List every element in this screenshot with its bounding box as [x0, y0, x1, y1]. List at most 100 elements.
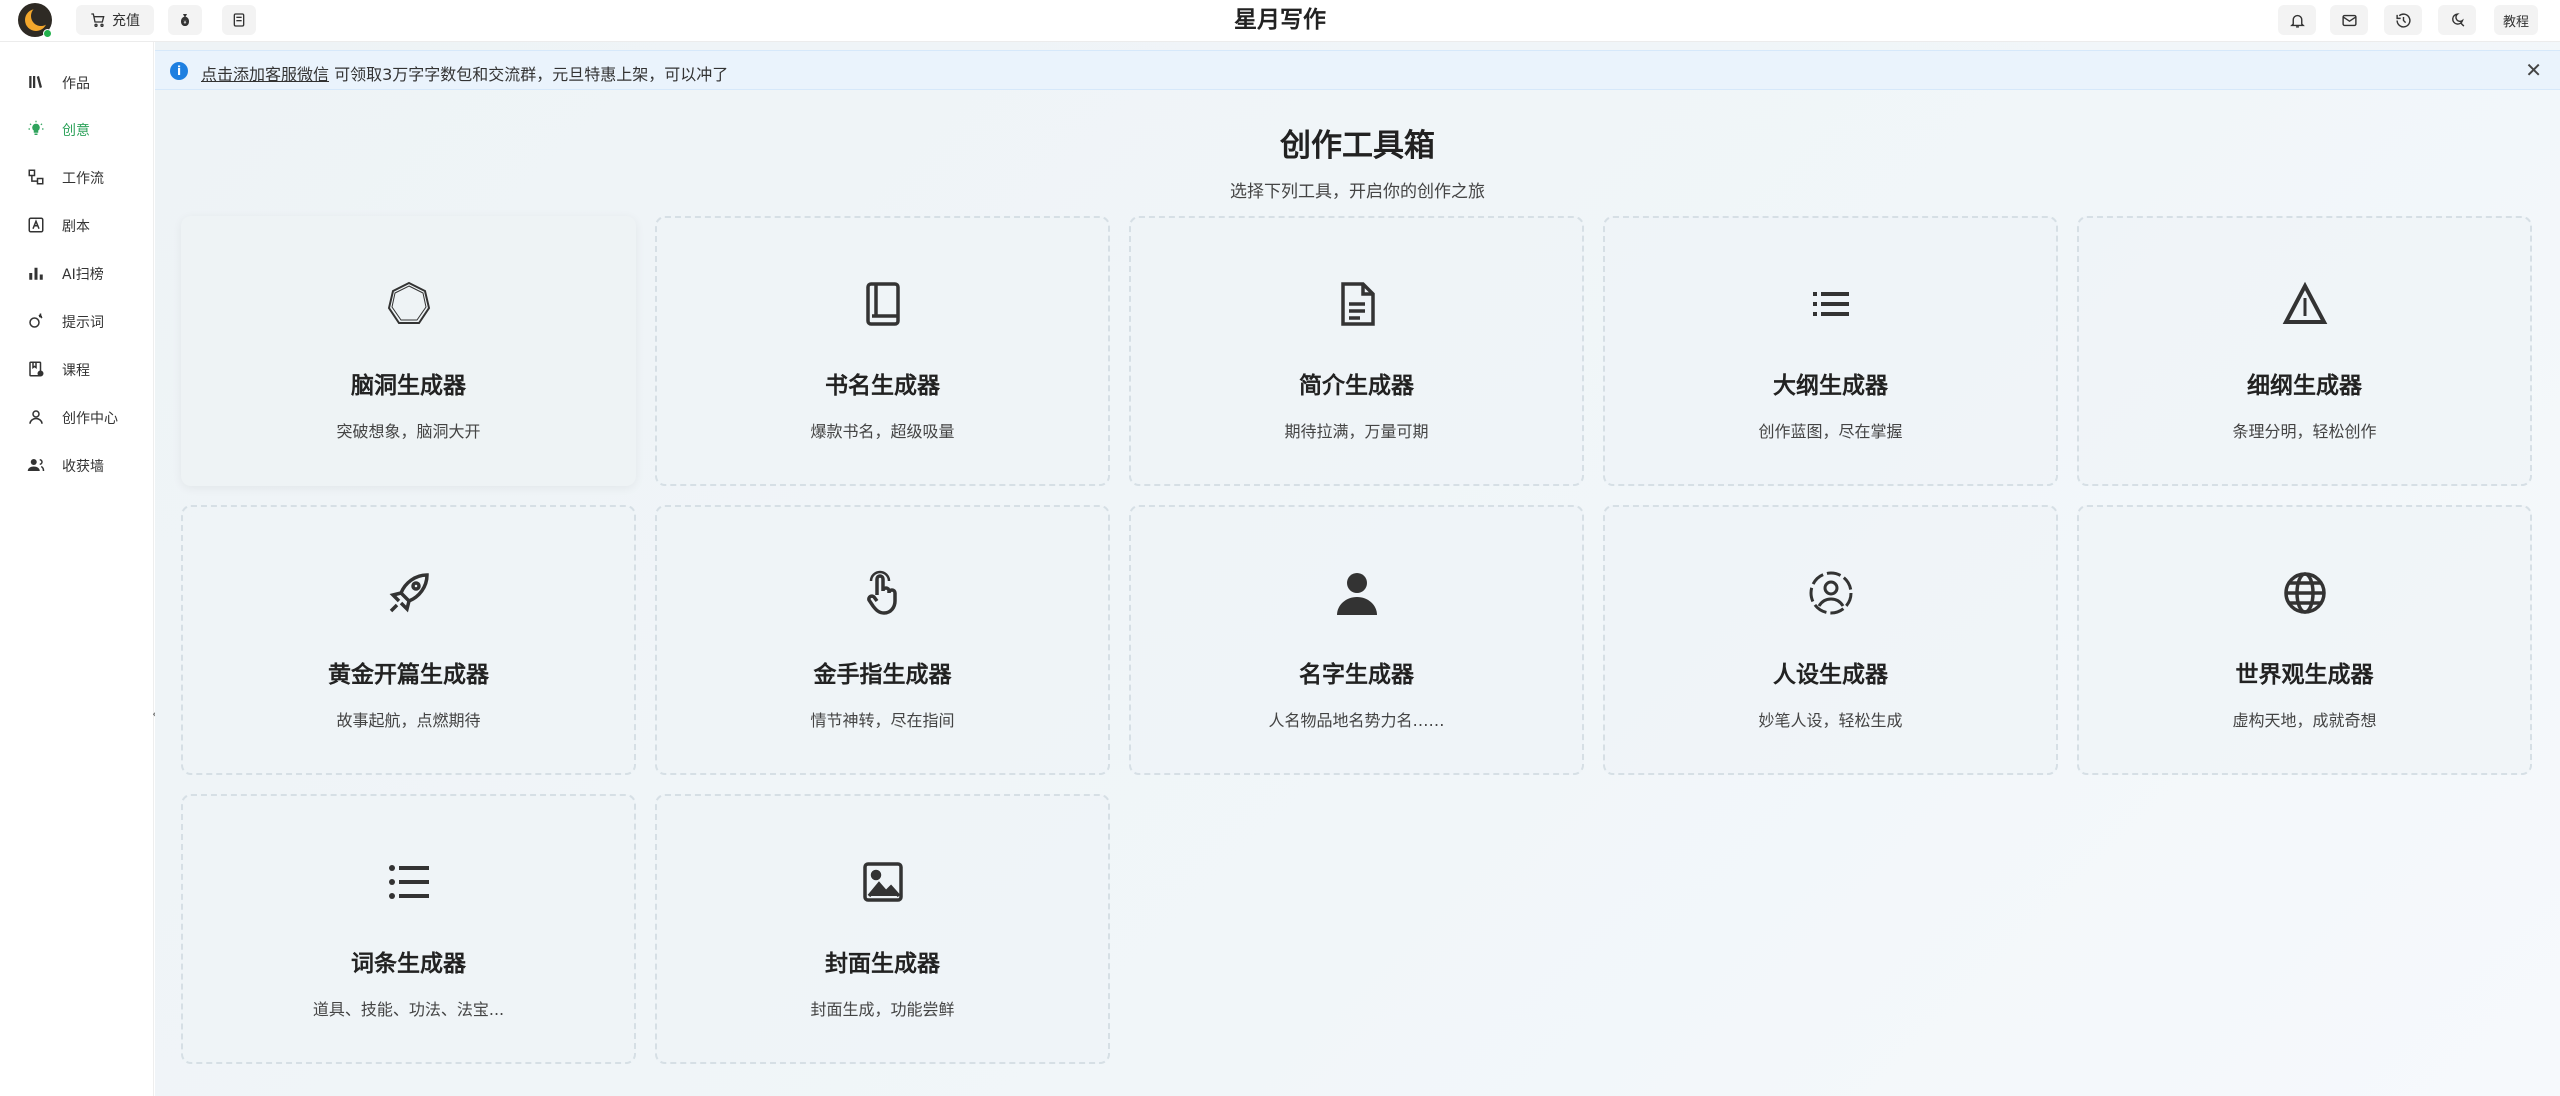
sidebar-item-script[interactable]: 剧本 [0, 205, 154, 245]
bullet-list-icon [183, 856, 634, 908]
sidebar-item-label: 工作流 [62, 171, 104, 187]
calculator-icon [231, 12, 247, 28]
page-title: 创作工具箱 [1280, 128, 1435, 164]
notice-banner: i 点击添加客服微信 可领取3万字字数包和交流群，元旦特惠上架，可以冲了 ✕ [155, 50, 2560, 90]
user-circle-icon [1605, 567, 2056, 619]
tool-desc: 虚构天地，成就奇想 [2232, 711, 2377, 730]
history-icon [2395, 12, 2412, 29]
tool-name: 黄金开篇生成器 [328, 662, 489, 688]
tool-desc: 封面生成，功能尝鲜 [810, 1000, 955, 1019]
tool-desc: 突破想象，脑洞大开 [336, 422, 481, 441]
books-icon [26, 72, 46, 92]
tutorial-button[interactable]: 教程 [2494, 5, 2538, 35]
notice-text: 可领取3万字字数包和交流群，元旦特惠上架，可以冲了 [329, 65, 729, 84]
calculator-button[interactable] [222, 5, 256, 35]
sidebar-item-label: 课程 [62, 363, 90, 379]
sidebar-item-ideas[interactable]: 创意 [0, 109, 154, 149]
sidebar-item-label: 剧本 [62, 219, 90, 235]
workflow-icon [26, 167, 46, 187]
triangle-icon [2079, 278, 2530, 330]
sidebar-item-prompts[interactable]: 提示词 [0, 301, 154, 341]
person-icon [1131, 567, 1582, 619]
document-icon [1131, 278, 1582, 330]
tool-card-detailed-outline[interactable]: 细纲生成器 条理分明，轻松创作 [2077, 216, 2532, 486]
cart-icon [90, 12, 106, 28]
pointer-icon [657, 567, 1108, 619]
sidebar-item-label: 创作中心 [62, 411, 118, 427]
tool-name: 封面生成器 [825, 951, 940, 977]
tool-name: 金手指生成器 [813, 662, 952, 688]
mail-icon [2341, 12, 2358, 29]
tool-desc: 情节神转，尽在指间 [810, 711, 955, 730]
history-button[interactable] [2384, 5, 2422, 35]
rocket-icon [183, 567, 634, 619]
globe-icon [2079, 567, 2530, 619]
sidebar-item-label: 提示词 [62, 315, 104, 331]
sidebar-item-label: 创意 [62, 123, 90, 139]
sidebar-item-label: 收获墙 [62, 459, 104, 475]
user-icon [26, 407, 46, 427]
svg-text:¥: ¥ [184, 20, 187, 26]
tool-name: 脑洞生成器 [351, 373, 466, 399]
tool-card-synopsis[interactable]: 简介生成器 期待拉满，万量可期 [1129, 216, 1584, 486]
tool-card-outline[interactable]: 大纲生成器 创作蓝图，尽在掌握 [1603, 216, 2058, 486]
bell-icon [2289, 12, 2306, 29]
tool-card-entry[interactable]: 词条生成器 道具、技能、功法、法宝... [181, 794, 636, 1064]
tool-card-cover[interactable]: 封面生成器 封面生成，功能尝鲜 [655, 794, 1110, 1064]
sidebar-item-workflow[interactable]: 工作流 [0, 157, 154, 197]
tool-card-golden-finger[interactable]: 金手指生成器 情节神转，尽在指间 [655, 505, 1110, 775]
theme-toggle-button[interactable] [2438, 5, 2476, 35]
tool-card-worldview[interactable]: 世界观生成器 虚构天地，成就奇想 [2077, 505, 2532, 775]
tool-desc: 故事起航，点燃期待 [336, 711, 481, 730]
hexagon-icon [183, 278, 634, 330]
tool-card-book-title[interactable]: 书名生成器 爆款书名，超级吸量 [655, 216, 1110, 486]
tool-desc: 道具、技能、功法、法宝... [312, 1000, 505, 1019]
sidebar-item-harvest-wall[interactable]: 收获墙 [0, 445, 154, 485]
tool-name: 大纲生成器 [1773, 373, 1888, 399]
money-bag-button[interactable]: ¥ [168, 5, 202, 35]
tool-desc: 爆款书名，超级吸量 [810, 422, 955, 441]
tool-name: 人设生成器 [1773, 662, 1888, 688]
sidebar-item-courses[interactable]: 课程 [0, 349, 154, 389]
page-subtitle: 选择下列工具，开启你的创作之旅 [1230, 182, 1485, 202]
tool-card-brainstorm[interactable]: 脑洞生成器 突破想象，脑洞大开 [181, 216, 636, 486]
tool-desc: 期待拉满，万量可期 [1284, 422, 1429, 441]
recharge-label: 充值 [112, 13, 140, 29]
tool-name: 词条生成器 [351, 951, 466, 977]
close-icon[interactable]: ✕ [2525, 59, 2542, 81]
lightbulb-icon [26, 119, 46, 139]
sidebar-item-ai-ranking[interactable]: AI扫榜 [0, 253, 154, 293]
tool-card-golden-opening[interactable]: 黄金开篇生成器 故事起航，点燃期待 [181, 505, 636, 775]
users-icon [26, 455, 46, 475]
book-icon [657, 278, 1108, 330]
sidebar-item-label: AI扫榜 [62, 267, 104, 283]
sidebar-item-creator-center[interactable]: 创作中心 [0, 397, 154, 437]
tool-name: 世界观生成器 [2235, 662, 2374, 688]
sidebar-item-label: 作品 [62, 76, 90, 92]
tool-name: 简介生成器 [1299, 373, 1414, 399]
tool-name: 书名生成器 [825, 373, 940, 399]
tool-card-character[interactable]: 人设生成器 妙笔人设，轻松生成 [1603, 505, 2058, 775]
tool-name: 名字生成器 [1299, 662, 1414, 688]
money-bag-icon: ¥ [177, 12, 193, 28]
add-wechat-link[interactable]: 点击添加客服微信 [201, 65, 329, 84]
tool-desc: 妙笔人设，轻松生成 [1758, 711, 1903, 730]
prompt-icon [26, 311, 46, 331]
tool-desc: 人名物品地名势力名…… [1268, 711, 1445, 730]
image-icon [657, 856, 1108, 908]
sidebar-item-works[interactable]: 作品 [0, 62, 154, 102]
app-title: 星月写作 [1234, 7, 1326, 33]
tool-desc: 创作蓝图，尽在掌握 [1758, 422, 1903, 441]
top-bar: 充值 ¥ 星月写作 教程 [0, 0, 2560, 42]
tool-name: 细纲生成器 [2247, 373, 2362, 399]
mail-button[interactable] [2330, 5, 2368, 35]
notifications-button[interactable] [2278, 5, 2316, 35]
online-status-dot [43, 29, 52, 38]
bar-chart-icon [26, 263, 46, 283]
recharge-button[interactable]: 充值 [76, 5, 154, 35]
main-content: i 点击添加客服微信 可领取3万字字数包和交流群，元旦特惠上架，可以冲了 ✕ 创… [155, 42, 2560, 1096]
script-icon [26, 215, 46, 235]
course-icon [26, 359, 46, 379]
tool-card-name[interactable]: 名字生成器 人名物品地名势力名…… [1129, 505, 1584, 775]
sun-moon-icon [2449, 12, 2466, 29]
